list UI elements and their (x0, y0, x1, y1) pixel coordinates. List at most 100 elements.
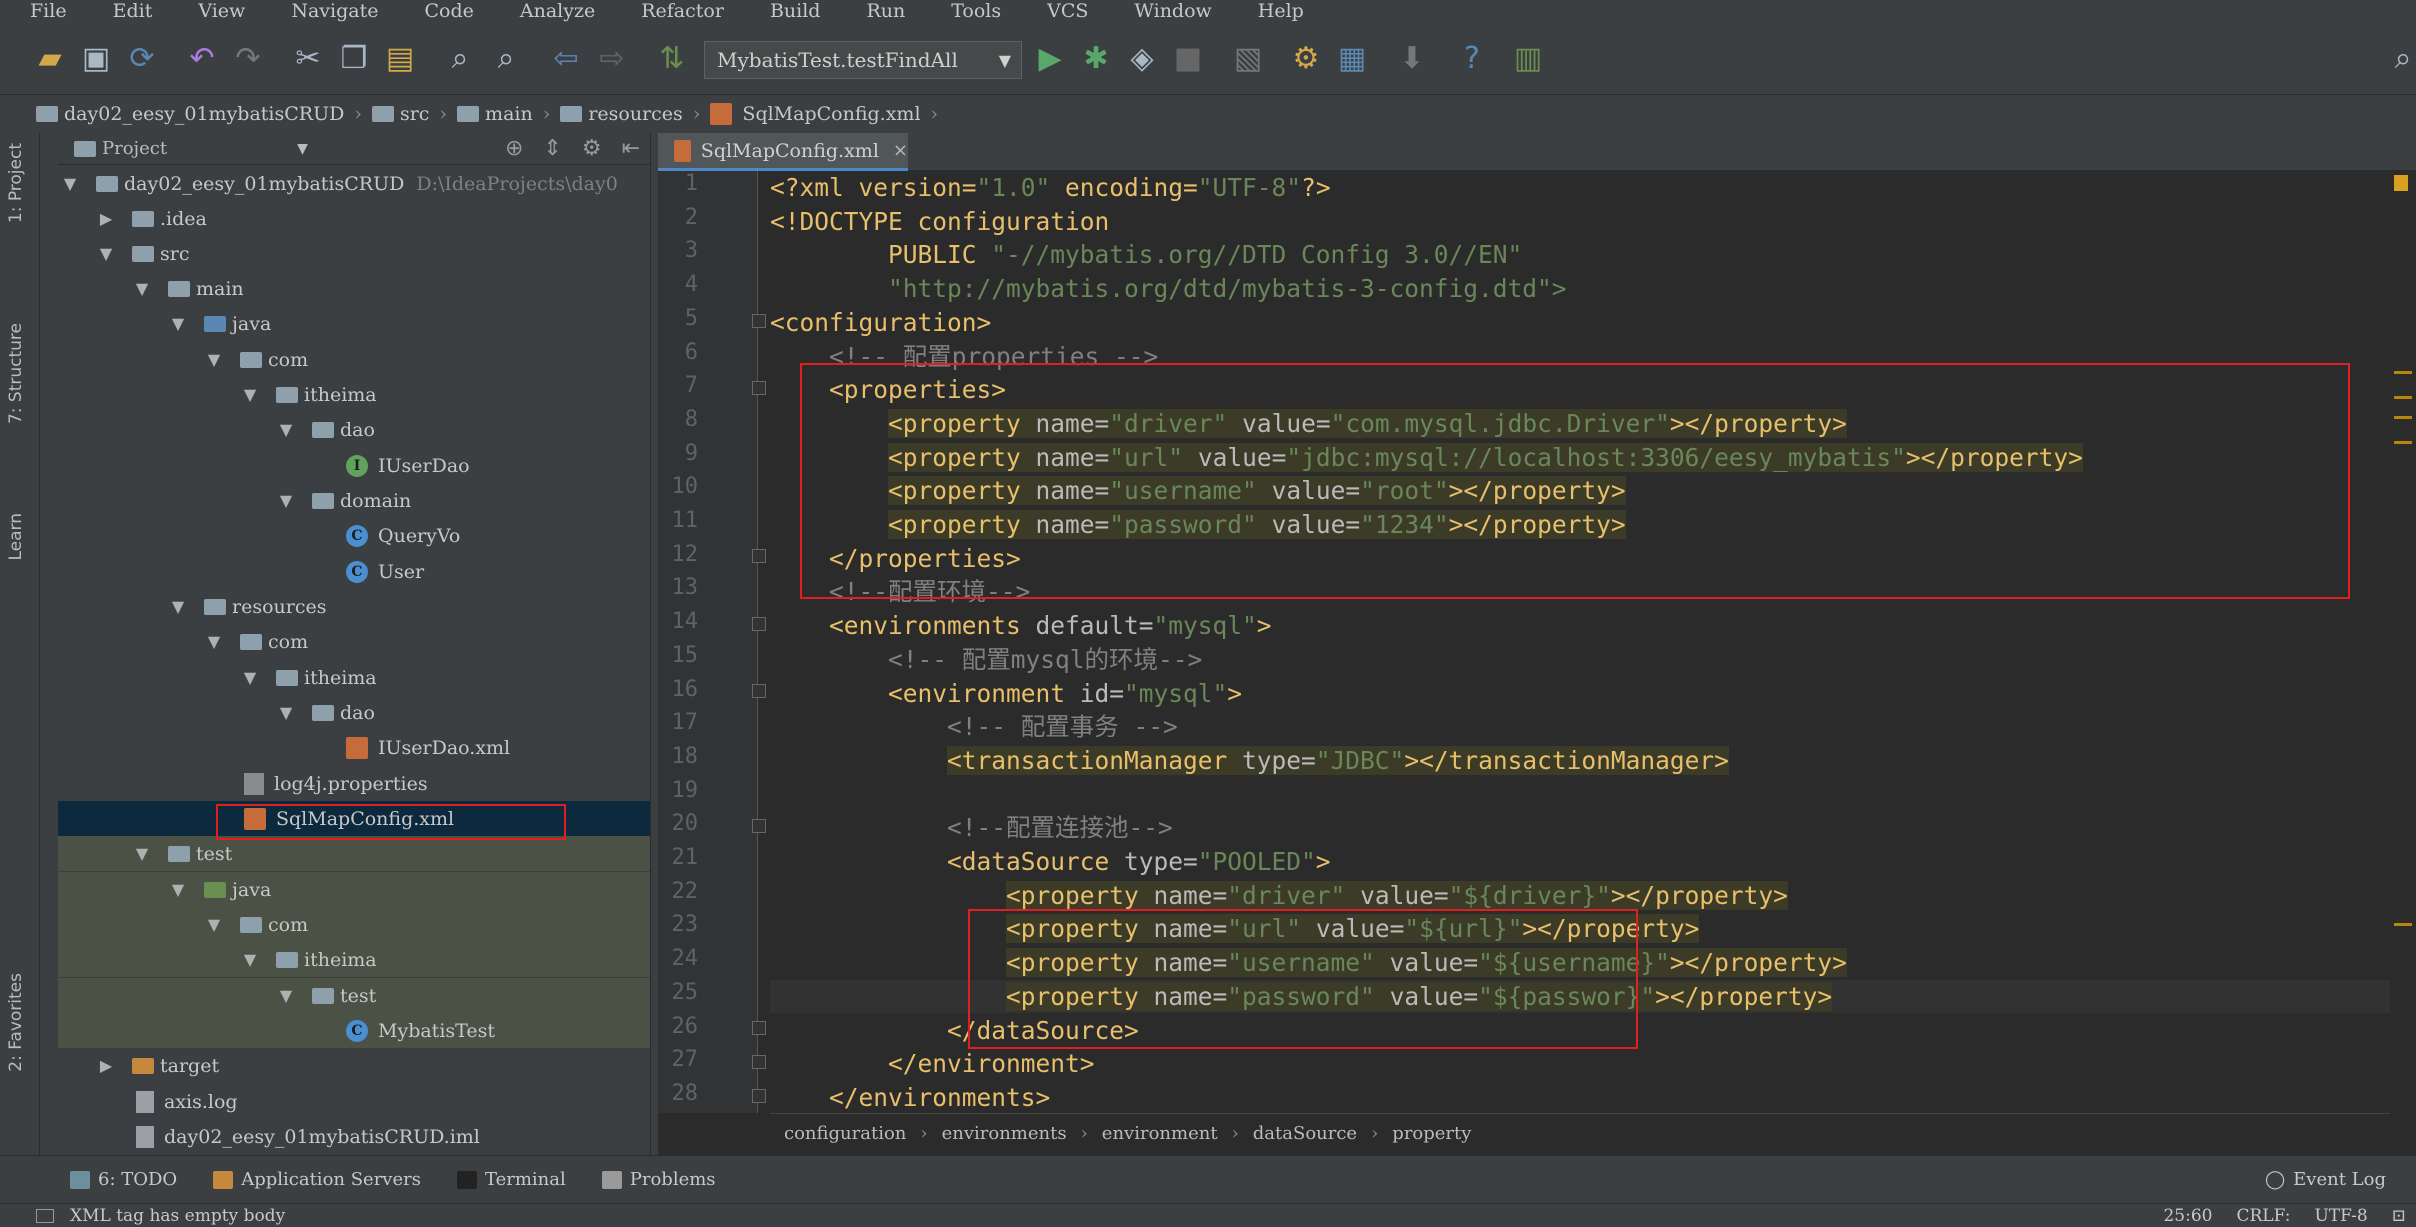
tool-tab-todo[interactable]: 6: TODO (70, 1169, 177, 1190)
fold-marker[interactable] (752, 1089, 766, 1103)
menu-tools[interactable]: Tools (921, 0, 1017, 22)
tree-item-iuserdao[interactable]: I IUserDao (58, 448, 650, 483)
nav-crumb-src[interactable]: src › (371, 103, 447, 125)
tree-item-test[interactable]: ▼ test (58, 836, 650, 871)
code-view[interactable]: <?xml version="1.0" encoding="UTF-8"?> <… (770, 171, 2390, 1113)
undo-icon[interactable]: ↶ (182, 38, 222, 78)
save-icon[interactable]: ▣ (76, 38, 116, 78)
hide-panel-icon[interactable]: ⇤ (622, 136, 640, 161)
locate-icon[interactable]: ⊕ (505, 136, 523, 161)
fold-marker[interactable] (752, 1055, 766, 1069)
gear-icon[interactable]: ⚙ (582, 136, 602, 161)
menu-build[interactable]: Build (740, 0, 837, 22)
tree-item-mybatistest[interactable]: C MybatisTest (58, 1013, 650, 1048)
caret-position[interactable]: 25:60 (2163, 1206, 2212, 1226)
stop-icon[interactable]: ■ (1168, 38, 1208, 78)
tool-tab-project[interactable]: 1: Project (6, 143, 26, 223)
replace-icon[interactable]: ⌕ (486, 38, 526, 78)
warning-marker[interactable] (2394, 441, 2412, 444)
coverage-icon[interactable]: ◈ (1122, 38, 1162, 78)
lock-icon[interactable]: ⊡ (2392, 1206, 2406, 1226)
crumb-configuration[interactable]: configuration (784, 1123, 906, 1144)
fold-marker[interactable] (752, 314, 766, 328)
project-structure-icon[interactable]: ▧ (1228, 38, 1268, 78)
tree-item-user[interactable]: C User (58, 554, 650, 589)
tree-item-dao[interactable]: ▼ dao (58, 412, 650, 447)
db-icon[interactable]: ▥ (1508, 38, 1548, 78)
sync-icon[interactable]: ⟳ (122, 38, 162, 78)
tree-item-project-root[interactable]: ▼ day02_eesy_01mybatisCRUD D:\IdeaProjects… (58, 166, 650, 201)
cut-icon[interactable]: ✂ (288, 38, 328, 78)
tree-item-domain[interactable]: ▼ domain (58, 483, 650, 518)
find-icon[interactable]: ⌕ (440, 38, 480, 78)
tree-item-res-itheima[interactable]: ▼ itheima (58, 660, 650, 695)
inspection-status-icon[interactable] (2394, 175, 2408, 191)
menu-analyze[interactable]: Analyze (490, 0, 611, 22)
collapse-all-icon[interactable]: ⇕ (543, 136, 561, 161)
tree-item-main[interactable]: ▼ main (58, 271, 650, 306)
debug-icon[interactable]: ✱ (1076, 38, 1116, 78)
file-encoding[interactable]: UTF-8 (2314, 1206, 2367, 1226)
menu-file[interactable]: File (0, 0, 83, 22)
tree-item-target[interactable]: ▶ target (58, 1048, 650, 1083)
tree-item-idea[interactable]: ▶ .idea (58, 201, 650, 236)
chevron-down-icon[interactable]: ▼ (297, 141, 308, 157)
tree-item-java[interactable]: ▼ java (58, 306, 650, 341)
tree-item-com[interactable]: ▼ com (58, 342, 650, 377)
tree-item-res-dao[interactable]: ▼ dao (58, 695, 650, 730)
menu-edit[interactable]: Edit (83, 0, 169, 22)
tree-item-queryvo[interactable]: C QueryVo (58, 518, 650, 553)
warning-marker[interactable] (2394, 416, 2412, 419)
tree-item-log4j[interactable]: log4j.properties (58, 766, 650, 801)
warning-marker[interactable] (2394, 923, 2412, 926)
run-icon[interactable]: ▶ (1030, 38, 1070, 78)
vcs-icon[interactable]: ⬇ (1392, 38, 1432, 78)
crumb-property[interactable]: property (1392, 1123, 1471, 1144)
run-config-dropdown[interactable]: MybatisTest.testFindAll ▼ (704, 41, 1022, 79)
close-icon[interactable]: × (893, 140, 908, 161)
sdk-icon[interactable]: ▦ (1332, 38, 1372, 78)
build-icon[interactable]: ⇅ (652, 38, 692, 78)
tool-tab-favorites[interactable]: 2: Favorites (6, 973, 26, 1072)
menu-vcs[interactable]: VCS (1017, 0, 1104, 22)
tool-tab-problems[interactable]: Problems (601, 1169, 716, 1190)
project-panel-title[interactable]: Project (102, 138, 167, 159)
fold-marker[interactable] (752, 381, 766, 395)
nav-crumb-project[interactable]: day02_eesy_01mybatisCRUD › (36, 103, 362, 125)
tree-item-test-test[interactable]: ▼ test (58, 978, 650, 1013)
fold-marker[interactable] (752, 819, 766, 833)
warning-marker[interactable] (2394, 371, 2412, 374)
nav-crumb-main[interactable]: main › (457, 103, 550, 125)
paste-icon[interactable]: ▤ (380, 38, 420, 78)
redo-icon[interactable]: ↷ (228, 38, 268, 78)
tool-tab-app-servers[interactable]: Application Servers (213, 1169, 421, 1190)
tree-item-itheima[interactable]: ▼ itheima (58, 377, 650, 412)
error-stripe[interactable] (2390, 171, 2416, 1113)
warning-marker[interactable] (2394, 396, 2412, 399)
fold-marker[interactable] (752, 617, 766, 631)
fold-marker[interactable] (752, 549, 766, 563)
crumb-environments[interactable]: environments (942, 1123, 1067, 1144)
forward-icon[interactable]: ⇨ (592, 38, 632, 78)
menu-refactor[interactable]: Refactor (611, 0, 740, 22)
tree-item-resources[interactable]: ▼ resources (58, 589, 650, 624)
tool-tab-event-log[interactable]: ◯ Event Log (2265, 1169, 2386, 1190)
panel-splitter[interactable] (650, 133, 658, 1155)
menu-code[interactable]: Code (394, 0, 489, 22)
menu-navigate[interactable]: Navigate (261, 0, 394, 22)
tree-item-test-java[interactable]: ▼ java (58, 872, 650, 907)
fold-marker[interactable] (752, 684, 766, 698)
tool-tab-terminal[interactable]: Terminal (456, 1169, 566, 1190)
tree-item-test-com[interactable]: ▼ com (58, 907, 650, 942)
tree-item-axis-log[interactable]: axis.log (58, 1084, 650, 1119)
crumb-datasource[interactable]: dataSource (1253, 1123, 1357, 1144)
tab-sqlmapconfig[interactable]: SqlMapConfig.xml × (658, 133, 908, 171)
search-everywhere-icon[interactable]: ⌕ (2390, 38, 2416, 78)
tool-tab-learn[interactable]: Learn (6, 513, 26, 561)
tree-item-iuserdao-xml[interactable]: IUserDao.xml (58, 730, 650, 765)
nav-crumb-resources[interactable]: resources › (560, 103, 700, 125)
nav-crumb-file[interactable]: SqlMapConfig.xml › (710, 103, 938, 125)
tree-item-src[interactable]: ▼ src (58, 236, 650, 271)
back-icon[interactable]: ⇦ (546, 38, 586, 78)
copy-icon[interactable]: ❐ (334, 38, 374, 78)
